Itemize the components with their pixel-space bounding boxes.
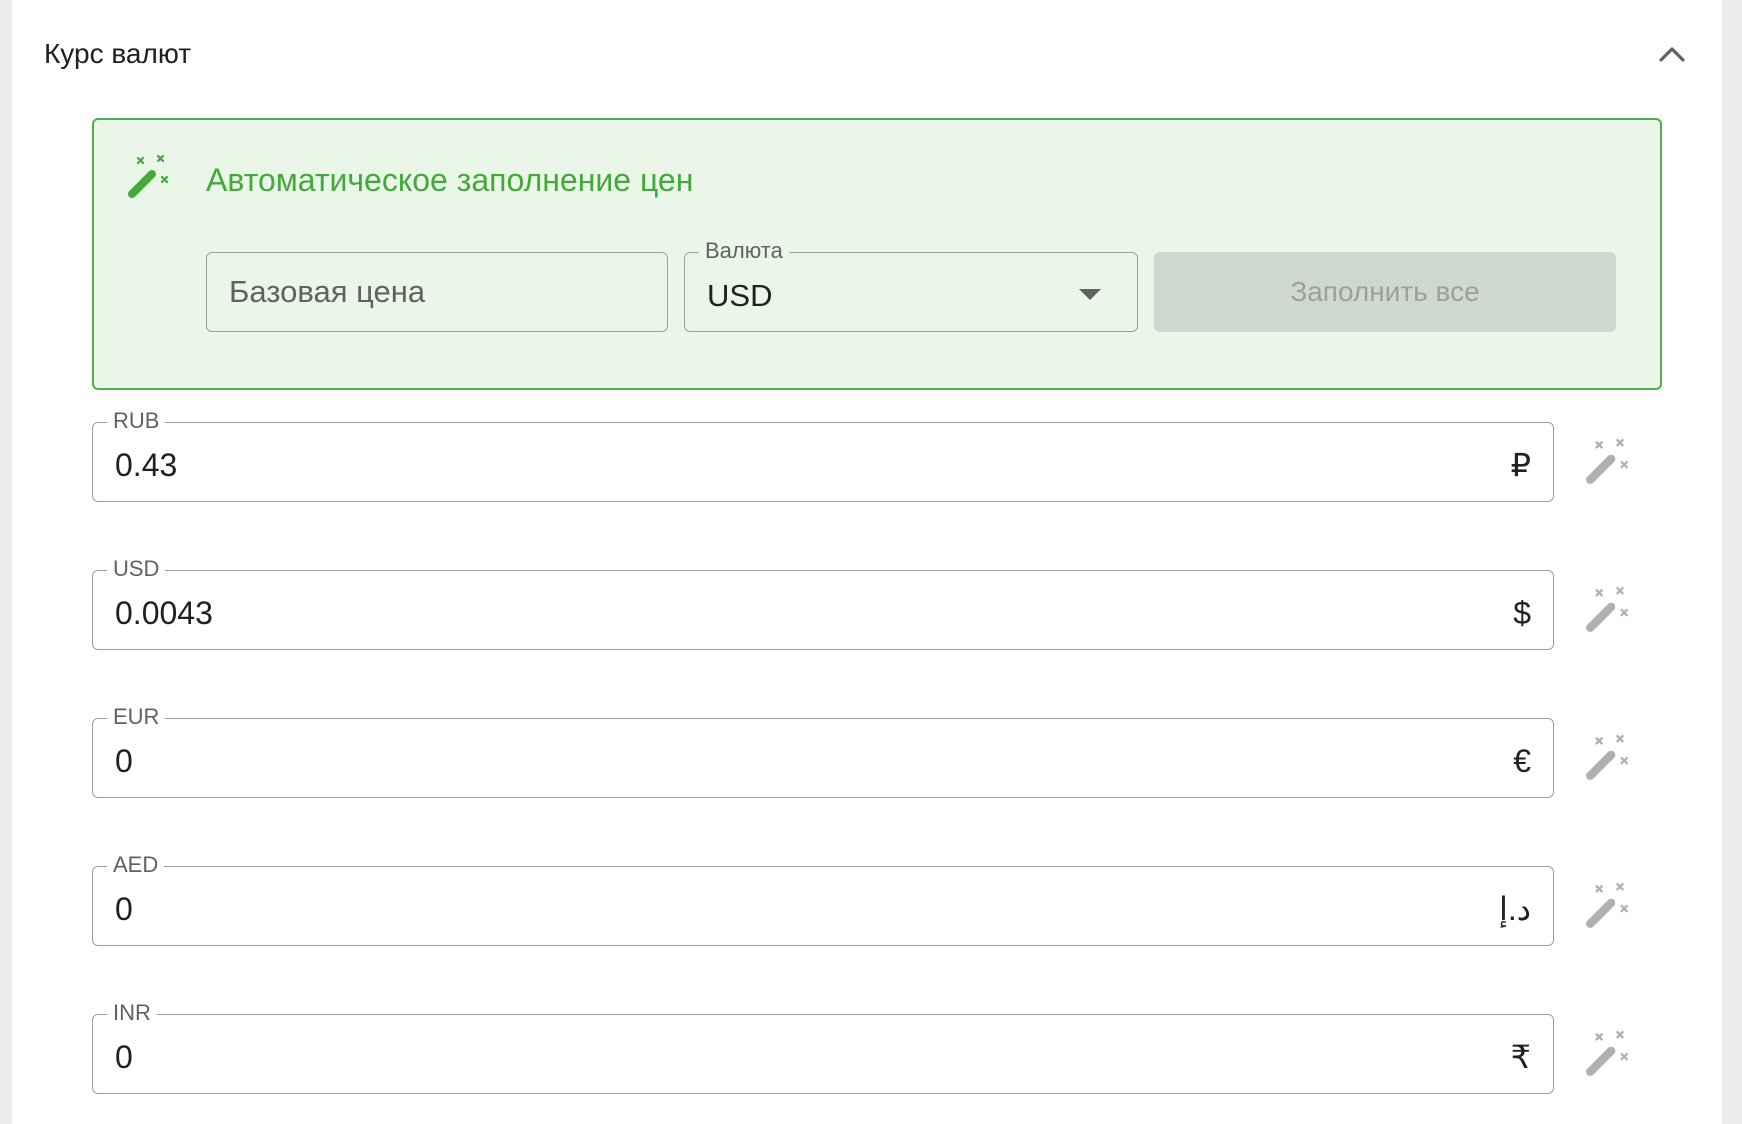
base-price-input[interactable] <box>207 253 667 331</box>
panel-header[interactable]: Курс валют <box>12 0 1722 110</box>
rate-field-value[interactable]: 0.0043 <box>115 593 213 633</box>
collapse-button[interactable] <box>1652 36 1692 72</box>
currency-symbol: ₽ <box>1510 447 1531 483</box>
magic-wand-icon[interactable] <box>1584 1030 1632 1078</box>
base-price-field[interactable] <box>206 252 668 332</box>
currency-symbol: € <box>1513 743 1531 779</box>
autofill-title: Автоматическое заполнение цен <box>206 162 694 198</box>
magic-wand-icon[interactable] <box>1584 734 1632 782</box>
rate-field-value[interactable]: 0 <box>115 889 133 929</box>
rate-field-label: USD <box>107 557 166 581</box>
magic-wand-icon[interactable] <box>1584 882 1632 930</box>
rate-field-inr[interactable]: INR 0 ₹ <box>92 1001 1554 1094</box>
currency-select-label: Валюта <box>699 239 789 263</box>
autofill-box: Автоматическое заполнение цен Валюта USD… <box>92 118 1662 390</box>
currency-select[interactable]: Валюта USD <box>684 239 1138 332</box>
rate-field-value[interactable]: 0.43 <box>115 445 177 485</box>
currency-symbol: ₹ <box>1510 1039 1531 1075</box>
rate-field-aed[interactable]: AED 0 د.إ <box>92 853 1554 946</box>
rate-field-label: INR <box>107 1001 157 1025</box>
rate-field-label: AED <box>107 853 165 877</box>
chevron-up-icon <box>1659 47 1685 62</box>
rate-field-usd[interactable]: USD 0.0043 $ <box>92 557 1554 650</box>
rate-field-label: EUR <box>107 705 166 729</box>
rate-field-rub[interactable]: RUB 0.43 ₽ <box>92 409 1554 502</box>
currency-select-value: USD <box>707 278 773 313</box>
magic-wand-icon[interactable] <box>1584 586 1632 634</box>
rate-field-value[interactable]: 0 <box>115 1037 133 1077</box>
rate-field-label: RUB <box>107 409 166 433</box>
rate-field-eur[interactable]: EUR 0 € <box>92 705 1554 798</box>
magic-wand-icon[interactable] <box>1584 438 1632 486</box>
panel-title: Курс валют <box>44 38 192 69</box>
fill-all-button[interactable]: Заполнить все <box>1154 252 1616 332</box>
currency-symbol: د.إ <box>1498 891 1531 927</box>
currency-symbol: $ <box>1513 595 1531 631</box>
dropdown-arrow-icon[interactable] <box>1079 289 1101 300</box>
rate-field-value[interactable]: 0 <box>115 741 133 781</box>
magic-wand-icon <box>128 154 169 198</box>
currency-rates-panel: Курс валют Автоматическое заполнение цен… <box>12 0 1722 1124</box>
